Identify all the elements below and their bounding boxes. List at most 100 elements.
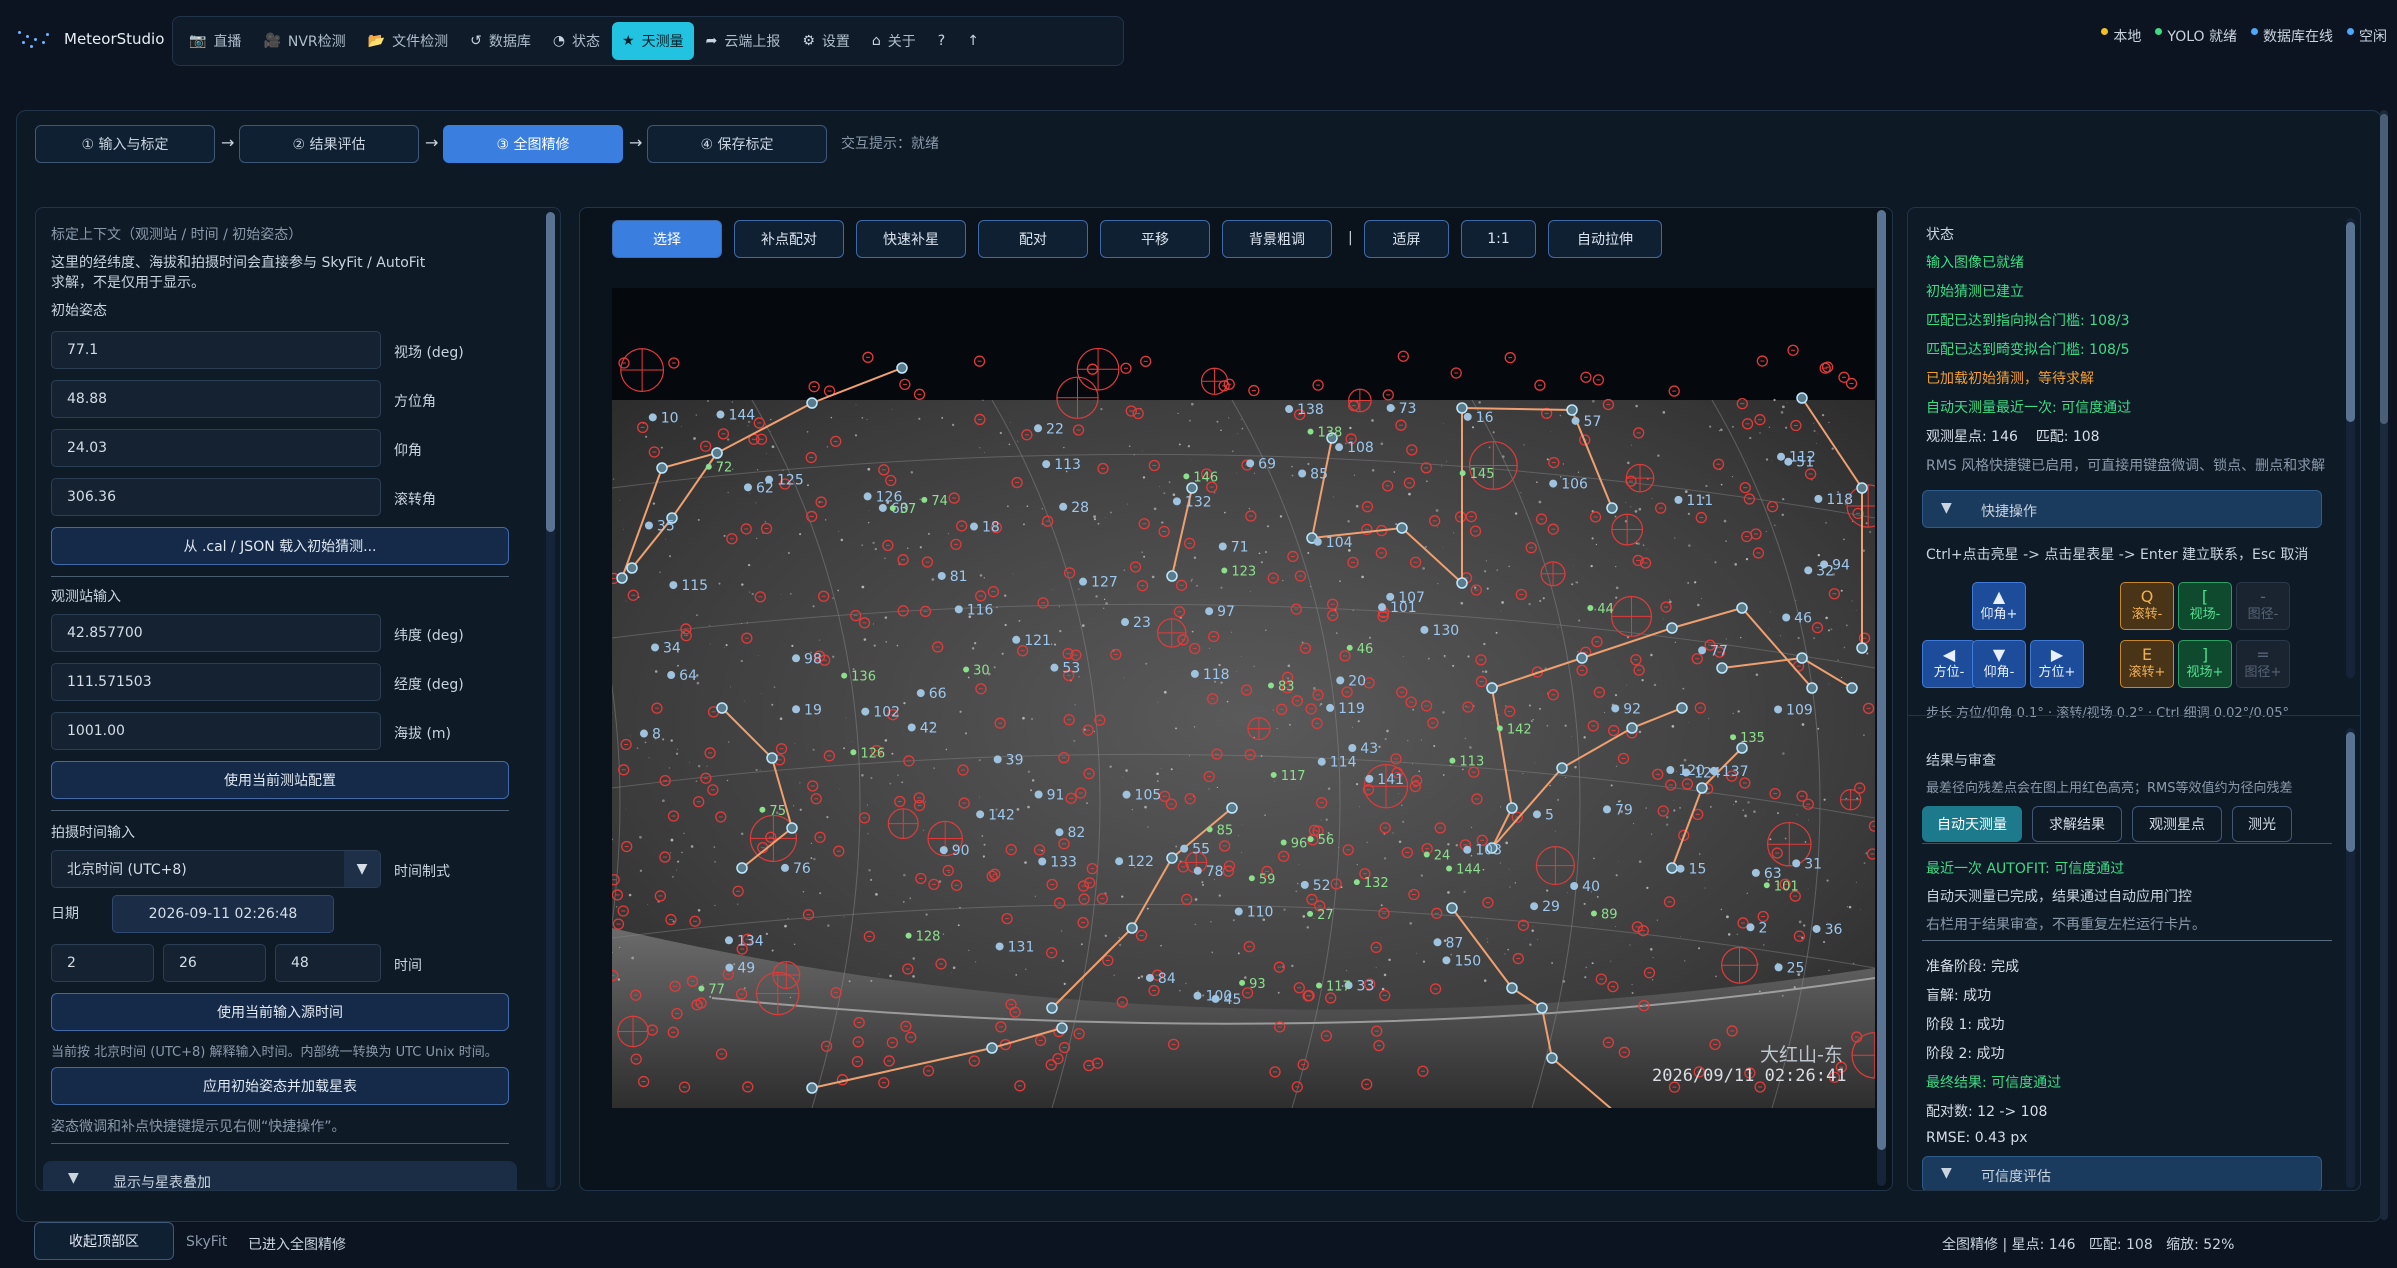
chevron-down-icon[interactable]: ▼ (344, 851, 380, 887)
nav-item-1[interactable]: 🎥 NVR检测 (253, 22, 355, 60)
roll-input[interactable]: 306.36 (51, 478, 381, 516)
detected-star (667, 671, 676, 680)
minute-input[interactable]: 26 (163, 944, 266, 982)
background-star (1123, 677, 1125, 679)
background-star (1638, 860, 1642, 863)
tool-button-7[interactable]: 适屏 (1364, 220, 1449, 258)
tool-button-9[interactable]: 自动拉伸 (1548, 220, 1662, 258)
background-star (973, 642, 977, 645)
status-dot-icon (2155, 27, 2163, 35)
canvas-scroll-thumb[interactable] (1877, 210, 1886, 1150)
nav-arrow-up-button[interactable]: ↑ (957, 22, 989, 60)
tool-button-4[interactable]: 平移 (1100, 220, 1210, 258)
step-1[interactable]: ① 输入与标定 (35, 125, 215, 163)
background-star (948, 871, 950, 874)
nav-item-3[interactable]: ↺ 数据库 (460, 22, 541, 60)
background-star (659, 571, 661, 573)
datetime-picker[interactable]: 2026-09-11 02:26:48 (112, 895, 334, 933)
key-4[interactable]: - 图径- (2236, 582, 2290, 630)
nav-item-5[interactable]: ★ 天测量 (612, 22, 694, 60)
right-top-scroll-thumb[interactable] (2346, 222, 2355, 422)
right-bottom-scroll-thumb[interactable] (2346, 732, 2355, 852)
key-5[interactable]: ◀ 方位- (1922, 640, 1976, 688)
nav-item-0[interactable]: 📷 直播 (179, 22, 251, 60)
hour-input[interactable]: 2 (51, 944, 154, 982)
timezone-select[interactable]: 北京时间 (UTC+8) ▼ (51, 850, 381, 888)
nav-item-4[interactable]: ◔ 状态 (543, 22, 610, 60)
use-station-config-button[interactable]: 使用当前测站配置 (51, 761, 509, 799)
tool-button-1[interactable]: 补点配对 (734, 220, 844, 258)
key-7[interactable]: ▶ 方位+ (2030, 640, 2084, 688)
tool-button-8[interactable]: 1:1 (1461, 220, 1536, 258)
use-source-time-button[interactable]: 使用当前输入源时间 (51, 993, 509, 1031)
background-star (1418, 770, 1421, 773)
sky-overlay[interactable]: 1241309469114492873341187913125511031153… (612, 288, 1875, 1108)
step-2[interactable]: ② 结果评估 (239, 125, 419, 163)
key-6[interactable]: ▼ 仰角- (1972, 640, 2026, 688)
tool-button-5[interactable]: 背景粗调 (1222, 220, 1332, 258)
page-scroll-thumb[interactable] (2380, 114, 2388, 424)
collapse-top-button[interactable]: 收起顶部区 (34, 1222, 174, 1260)
nav-help-button[interactable]: ? (928, 22, 955, 60)
share-icon: ➦ (705, 33, 718, 49)
quick-actions-header[interactable]: ▼ 快捷操作 (1922, 490, 2322, 528)
results-tab-3[interactable]: 观测星点 (2132, 806, 2222, 842)
latitude-input[interactable]: 42.857700 (51, 614, 381, 652)
matched-star (1796, 392, 1808, 404)
background-star (1629, 944, 1631, 946)
background-star (757, 655, 759, 656)
background-star (1081, 624, 1085, 627)
key-3[interactable]: [视场- (2178, 582, 2232, 630)
confidence-section-header[interactable]: ▼ 可信度评估 (1922, 1156, 2322, 1190)
matched-star (1166, 570, 1178, 582)
nav-item-6[interactable]: ➦ 云端上报 (696, 22, 791, 60)
tool-button-3[interactable]: 配对 (978, 220, 1088, 258)
key-8[interactable]: E 滚转+ (2120, 640, 2174, 688)
results-tab-1[interactable]: 自动天测量 (1922, 806, 2022, 842)
background-star (1191, 630, 1194, 633)
background-star (1566, 892, 1568, 894)
fov-input[interactable]: 77.1 (51, 331, 381, 369)
background-star (709, 625, 711, 626)
key-2[interactable]: Q 滚转- (2120, 582, 2174, 630)
results-tab-4[interactable]: 测光 (2232, 806, 2292, 842)
apply-pose-load-catalog-button[interactable]: 应用初始姿态并加载星表 (51, 1067, 509, 1105)
azimuth-input[interactable]: 48.88 (51, 380, 381, 418)
tool-button-2[interactable]: 快速补星 (856, 220, 966, 258)
background-star (1797, 636, 1800, 640)
second-input[interactable]: 48 (275, 944, 381, 982)
background-star (947, 533, 949, 535)
background-star (1625, 502, 1627, 504)
app-logo[interactable]: MeteorStudio (16, 20, 182, 58)
background-star (1823, 798, 1826, 801)
altitude-input[interactable]: 1001.00 (51, 712, 381, 750)
nav-item-2[interactable]: 📂 文件检测 (358, 22, 458, 60)
tool-button-0[interactable]: 选择 (612, 220, 722, 258)
sky-image-canvas[interactable]: 124 130 94 69 114 49 28 73 34 118 79 131 25 51 103 115 3… (612, 288, 1875, 1108)
results-tab-2[interactable]: 求解结果 (2032, 806, 2122, 842)
background-star (1843, 538, 1845, 541)
longitude-input[interactable]: 111.571503 (51, 663, 381, 701)
background-star (1651, 979, 1654, 981)
page-scrollbar[interactable] (2380, 110, 2388, 1220)
nav-item-7[interactable]: ⚙ 设置 (792, 22, 860, 60)
key-10[interactable]: = 图径+ (2236, 640, 2290, 688)
step-3[interactable]: ③ 全图精修 (443, 125, 623, 163)
key-1[interactable]: ▲ 仰角+ (1972, 582, 2026, 630)
background-star (677, 664, 679, 667)
background-star (1357, 720, 1360, 723)
nav-item-8[interactable]: ⌂ 关于 (862, 22, 926, 60)
left-scroll-thumb[interactable] (546, 212, 555, 532)
overlay-section-header[interactable]: ▼ 显示与星表叠加 (43, 1161, 517, 1190)
load-initial-guess-button[interactable]: 从 .cal / JSON 载入初始猜测... (51, 527, 509, 565)
background-star (1242, 824, 1243, 825)
background-star (1151, 575, 1155, 579)
star-label: 53 (1062, 661, 1080, 677)
background-star (1093, 515, 1097, 518)
key-9[interactable]: ] 视场+ (2178, 640, 2232, 688)
step-4[interactable]: ④ 保存标定 (647, 125, 827, 163)
background-star (1411, 891, 1413, 893)
nav-label: 云端上报 (724, 34, 781, 50)
detected-star (976, 810, 985, 819)
elevation-input[interactable]: 24.03 (51, 429, 381, 467)
